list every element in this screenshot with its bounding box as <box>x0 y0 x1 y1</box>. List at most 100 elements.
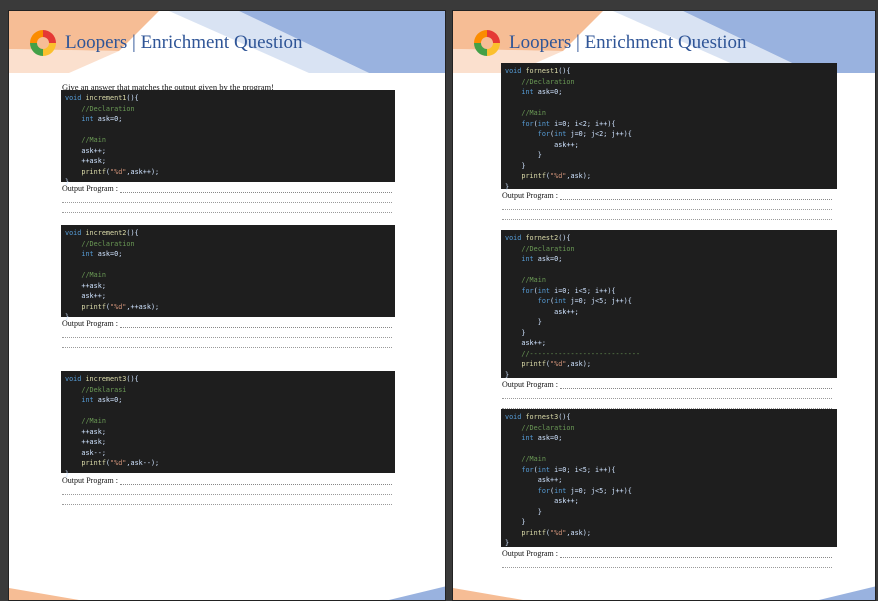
code-token: ask=0; <box>537 255 563 263</box>
code-token: int <box>65 250 98 258</box>
output-label: Output Program : <box>502 380 558 389</box>
code-token: i=0; i<5; i++){ <box>554 465 616 474</box>
code-token: increment1 <box>85 94 127 102</box>
answer-line[interactable] <box>120 477 392 485</box>
code-token: i=0; i<2; i++){ <box>554 119 616 128</box>
code-token: int <box>65 115 98 123</box>
code-token: for <box>505 286 534 295</box>
output-label: Output Program : <box>502 191 558 200</box>
code-token: ask--; <box>65 448 106 457</box>
answer-line[interactable] <box>62 193 392 203</box>
code-line: printf("%d",++ask); <box>65 302 391 313</box>
code-token: //Declaration <box>65 104 135 113</box>
header-title-row: Loopers | Enrichment Question <box>471 27 747 59</box>
code-token: //Declaration <box>505 244 575 253</box>
code-token: j=0; j<5; j++){ <box>570 486 632 495</box>
code-token: int <box>505 88 538 96</box>
code-token: printf <box>505 528 546 537</box>
answer-line[interactable] <box>560 192 832 200</box>
code-block-increment2: void increment2(){ //Declaration int ask… <box>61 225 395 321</box>
answer-line[interactable] <box>560 381 832 389</box>
code-block-fornest2: void fornest2(){ //Declaration int ask=0… <box>501 230 837 381</box>
code-line: ++ask; <box>65 437 391 448</box>
code-line: } <box>505 370 833 381</box>
answer-line[interactable] <box>502 200 832 210</box>
code-line: } <box>505 507 833 518</box>
code-token: int <box>554 486 571 495</box>
code-line: void increment2(){ <box>65 228 391 239</box>
document-page-left: Loopers | Enrichment Question Give an an… <box>8 10 446 601</box>
code-token: (){ <box>558 67 571 75</box>
document-page-right: Loopers | Enrichment Question void forne… <box>452 10 876 601</box>
answer-line[interactable] <box>502 558 832 568</box>
answer-line[interactable] <box>502 399 832 409</box>
code-line: ++ask; <box>65 156 391 167</box>
code-token: "%d" <box>550 360 567 368</box>
output-label: Output Program : <box>62 476 118 485</box>
code-line: void fornest3(){ <box>505 412 833 423</box>
code-block-increment1: void increment1(){ //Declaration int ask… <box>61 90 395 186</box>
code-line: ask++; <box>505 140 833 151</box>
code-token: int <box>537 119 555 128</box>
code-token: ++ask; <box>65 438 106 446</box>
code-token: ,ask); <box>566 360 591 368</box>
answer-line[interactable] <box>62 485 392 495</box>
code-line: int ask=0; <box>505 87 833 98</box>
code-token: //--------------------------- <box>505 349 641 358</box>
code-token: } <box>505 328 526 337</box>
code-token: int <box>554 297 571 305</box>
output-answer-area: Output Program : <box>502 380 832 409</box>
code-token: for <box>505 297 551 305</box>
answer-line[interactable] <box>120 320 392 328</box>
answer-line[interactable] <box>502 389 832 399</box>
code-line: int ask=0; <box>65 249 391 260</box>
code-token: (){ <box>126 94 139 102</box>
code-token: //Declaration <box>65 239 135 248</box>
code-token: void <box>505 234 526 242</box>
code-line: ++ask; <box>65 427 391 438</box>
code-token: //Main <box>65 136 106 144</box>
code-line: ask++; <box>505 475 833 486</box>
code-line: } <box>505 328 833 339</box>
code-token: ask=0; <box>97 396 123 404</box>
looper-logo-icon <box>30 30 56 56</box>
code-line: //Main <box>65 416 391 427</box>
code-token: increment3 <box>85 375 127 383</box>
output-answer-area: Output Program : <box>502 191 832 220</box>
code-token: //Deklarasi <box>65 385 127 394</box>
code-token: void <box>505 413 526 421</box>
answer-line[interactable] <box>120 185 392 193</box>
code-token: ask++; <box>505 140 579 149</box>
document-title: Loopers | Enrichment Question <box>509 32 747 53</box>
code-token: ,ask--); <box>126 459 160 467</box>
code-token: ,ask); <box>566 528 591 537</box>
answer-line[interactable] <box>62 495 392 505</box>
output-answer-area: Output Program : <box>62 319 392 348</box>
code-line: ask++; <box>505 338 833 349</box>
code-line: for(int i=0; i<2; i++){ <box>505 119 833 130</box>
code-token: j=0; j<2; j++){ <box>570 130 632 138</box>
answer-line[interactable] <box>62 203 392 213</box>
answer-line[interactable] <box>502 210 832 220</box>
code-block-fornest3: void fornest3(){ //Declaration int ask=0… <box>501 409 837 547</box>
answer-line[interactable] <box>62 328 392 338</box>
code-token: printf <box>65 302 106 311</box>
code-token: } <box>505 161 526 170</box>
code-token: int <box>505 434 538 442</box>
answer-line[interactable] <box>62 338 392 348</box>
code-line: for(int j=0; j<5; j++){ <box>505 486 833 497</box>
code-block-fornest1: void fornest1(){ //Declaration int ask=0… <box>501 63 837 191</box>
code-token: for <box>505 486 551 495</box>
code-line: //Deklarasi <box>65 385 391 396</box>
code-line: } <box>505 161 833 172</box>
code-token: (){ <box>558 234 571 242</box>
code-line: } <box>505 317 833 328</box>
code-token: } <box>505 182 510 191</box>
code-token: void <box>65 229 86 237</box>
code-line: } <box>505 150 833 161</box>
code-token: //Main <box>505 455 546 463</box>
answer-line[interactable] <box>560 550 832 558</box>
